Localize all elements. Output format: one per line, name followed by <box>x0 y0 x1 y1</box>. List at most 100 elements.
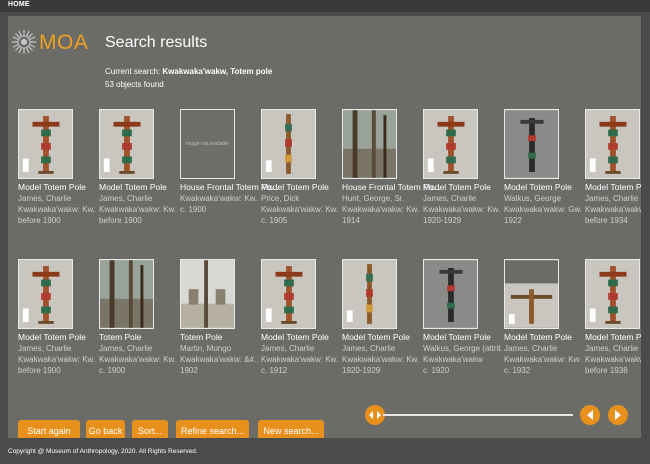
result-title[interactable]: Model Totem Pole <box>504 332 582 343</box>
result-title[interactable]: Model Totem Pole <box>18 182 96 193</box>
next-arrow-icon[interactable] <box>608 405 628 425</box>
moa-sunburst-icon <box>12 30 36 54</box>
result-meta-line: 1914 <box>342 216 360 225</box>
result-meta-line: c. 1900 <box>99 366 126 375</box>
results-row-1: Model Totem Pole James, Charlie Kwakwaka'w… <box>8 109 641 254</box>
result-thumbnail[interactable] <box>423 109 478 179</box>
result-thumbnail[interactable] <box>504 259 559 329</box>
result-meta-line: Kwakwaka'wakw: Kw... <box>180 194 258 203</box>
result-thumbnail[interactable] <box>99 109 154 179</box>
go-back-button[interactable]: Go back <box>86 420 125 438</box>
result-title[interactable]: Totem Pole <box>180 332 258 343</box>
refine-search-button[interactable]: Refine search... <box>176 420 249 438</box>
result-meta-line: before 1900 <box>18 366 61 375</box>
collapse-arrows-icon[interactable] <box>365 405 385 425</box>
current-search-query: Kwakwaka'wakw, Totem pole <box>162 67 273 76</box>
result-meta-line: James, Charlie <box>585 344 639 353</box>
result-meta-line: Kwakwaka'wakw: Kw... <box>18 205 96 214</box>
result-thumbnail[interactable] <box>18 109 73 179</box>
result-meta-line: c. 1900 <box>180 205 207 214</box>
result-meta-line: Martin, Mungo <box>180 344 232 353</box>
result-count: 53 objects found <box>105 80 164 89</box>
result-thumbnail[interactable]: image not available <box>180 109 235 179</box>
result-meta-line: 1920-1929 <box>423 216 462 225</box>
result-meta-line: James, Charlie <box>99 344 153 353</box>
result-meta-line: James, Charlie <box>261 344 315 353</box>
result-meta-line: James, Charlie <box>423 194 477 203</box>
result-meta-line: Kwakwaka'wakw: Kw... <box>423 205 501 214</box>
results-row-2: Model Totem Pole James, Charlie Kwakwaka'w… <box>8 259 641 404</box>
result-title[interactable]: Model Totem Pole <box>18 332 96 343</box>
result-meta-line: James, Charlie <box>585 194 639 203</box>
result-thumbnail[interactable] <box>585 259 640 329</box>
result-meta-line: before 1900 <box>99 216 142 225</box>
results-slider-track[interactable] <box>383 414 573 416</box>
result-title[interactable]: Model Totem Pole <box>423 182 501 193</box>
result-meta-line: Kwakwaka'wakw: &#... <box>180 355 258 364</box>
result-meta-line: James, Charlie <box>99 194 153 203</box>
result-title[interactable]: Model Totem Pole <box>99 182 177 193</box>
result-title[interactable]: House Frontal Totem Po... <box>342 182 441 193</box>
logo-text: MOA <box>39 31 89 54</box>
result-meta-line: 1920-1929 <box>342 366 381 375</box>
result-meta-line: James, Charlie <box>18 344 72 353</box>
result-title[interactable]: Model Totem Pole <box>585 332 641 343</box>
result-title[interactable]: Model Totem Pole <box>342 332 420 343</box>
result-meta-line: Kwakwaka'wakw: Kw... <box>261 205 339 214</box>
start-again-button[interactable]: Start again <box>18 420 80 438</box>
result-meta-line: Kwakwaka'wakw: Kw... <box>342 205 420 214</box>
copyright-footer: Copyright @ Museum of Anthropology, 2020… <box>8 448 198 455</box>
result-meta-line: Walkus, George <box>504 194 562 203</box>
page-title: Search results <box>105 34 208 51</box>
result-meta-line: James, Charlie <box>342 344 396 353</box>
result-thumbnail[interactable] <box>504 109 559 179</box>
result-thumbnail[interactable] <box>342 259 397 329</box>
result-title[interactable]: Model Totem Pole <box>585 182 641 193</box>
result-thumbnail[interactable] <box>180 259 235 329</box>
current-search: Current search: Kwakwaka'wakw, Totem pol… <box>105 67 272 76</box>
result-title[interactable]: Model Totem Pole <box>504 182 582 193</box>
result-meta-line: Walkus, George (attrib... <box>423 344 501 353</box>
result-meta-line: before 1934 <box>585 216 628 225</box>
result-meta-line: Kwakwaka'wakw: Gw... <box>504 205 582 214</box>
result-meta-line: Kwakwaka'wakw: Kw... <box>342 355 420 364</box>
result-meta-line: c. 1912 <box>261 366 288 375</box>
result-meta-line: James, Charlie <box>504 344 558 353</box>
result-thumbnail[interactable] <box>585 109 640 179</box>
result-title[interactable]: Model Totem Pole <box>423 332 501 343</box>
result-meta-line: James, Charlie <box>18 194 72 203</box>
prev-arrow-icon[interactable] <box>580 405 600 425</box>
result-meta-line: Kwakwaka'wakw: Kw... <box>99 205 177 214</box>
result-thumbnail[interactable] <box>423 259 478 329</box>
sort-button[interactable]: Sort... <box>132 420 168 438</box>
result-thumbnail[interactable] <box>261 109 316 179</box>
current-search-label: Current search: <box>105 67 161 76</box>
result-meta-line: Hunt, George, Sr. <box>342 194 405 203</box>
moa-logo[interactable]: MOA <box>11 29 91 57</box>
result-meta-line: Kwakwaka'wakw: Kw... <box>504 355 582 364</box>
result-meta-line: Kwakwaka'wakw: Kw... <box>99 355 177 364</box>
home-link[interactable]: HOME <box>8 1 30 8</box>
result-thumbnail[interactable] <box>261 259 316 329</box>
result-meta-line: c. 1932 <box>504 366 531 375</box>
result-title[interactable]: Totem Pole <box>99 332 177 343</box>
result-meta-line: Kwakwaka'wakw: Kw... <box>261 355 339 364</box>
result-thumbnail[interactable] <box>342 109 397 179</box>
result-meta-line: Kwakwaka'wakw: Kw... <box>585 205 641 214</box>
result-title[interactable]: Model Totem Pole <box>261 332 339 343</box>
top-nav-bar: HOME <box>0 0 650 12</box>
result-meta-line: 1902 <box>180 366 198 375</box>
result-thumbnail[interactable] <box>18 259 73 329</box>
result-thumbnail[interactable] <box>99 259 154 329</box>
result-meta-line: c. 1905 <box>261 216 288 225</box>
result-meta-line: before 1938 <box>585 366 628 375</box>
result-meta-line: Price, Dick <box>261 194 300 203</box>
image-not-available-text: image not available <box>185 141 230 147</box>
result-title[interactable]: Model Totem Pole <box>261 182 339 193</box>
new-search-button[interactable]: New search... <box>258 420 324 438</box>
result-meta-line: Kwakwaka'wakw <box>423 355 483 364</box>
result-meta-line: Kwakwaka'wakw: Kw... <box>18 355 96 364</box>
result-title[interactable]: House Frontal Totem Po... <box>180 182 279 193</box>
result-meta-line: Kwakwaka'wakw: Kw... <box>585 355 641 364</box>
result-meta-line: c. 1920 <box>423 366 450 375</box>
